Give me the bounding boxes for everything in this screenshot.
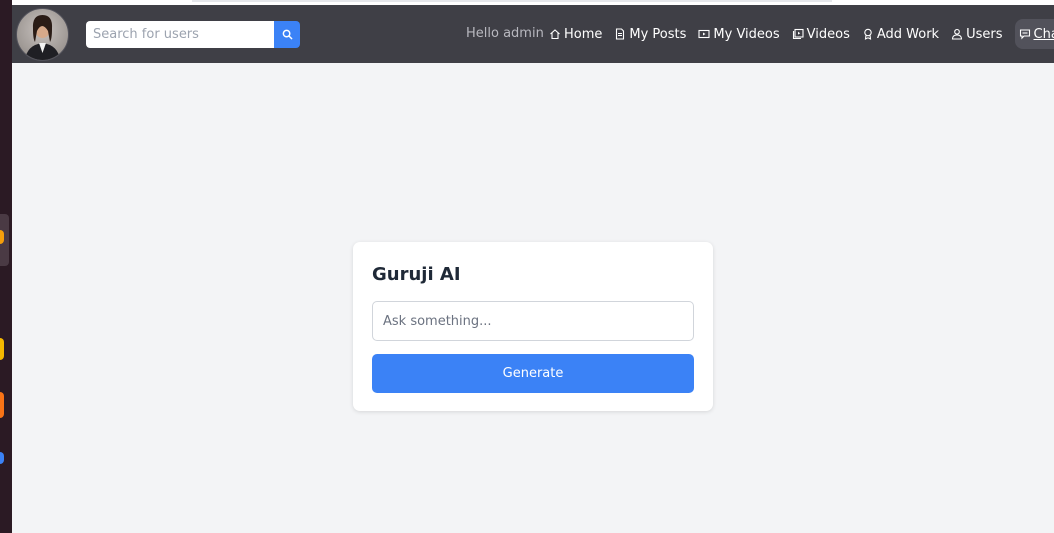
chat-bubble-icon <box>1019 29 1030 40</box>
ai-prompt-card: Guruji AI Generate <box>353 242 713 411</box>
generate-button[interactable]: Generate <box>372 354 694 393</box>
user-search <box>86 21 300 48</box>
nav-my-posts-label: My Posts <box>629 26 687 42</box>
users-icon <box>952 28 963 40</box>
nav-my-videos[interactable]: My Videos <box>698 19 780 49</box>
nav-my-posts[interactable]: My Posts <box>614 19 686 49</box>
video-library-icon <box>792 28 804 40</box>
nav-users-label: Users <box>966 26 1003 42</box>
generate-button-label: Generate <box>502 366 564 381</box>
badge-icon <box>864 28 872 40</box>
document-icon <box>616 28 625 40</box>
nav-videos[interactable]: Videos <box>792 19 850 49</box>
nav-add-work[interactable]: Add Work <box>862 19 939 49</box>
card-title: Guruji AI <box>372 264 461 285</box>
nav-home-label: Home <box>564 26 603 42</box>
home-icon <box>550 29 560 40</box>
user-avatar[interactable] <box>16 8 69 61</box>
greeting-text: Hello admin <box>466 26 544 41</box>
navbar: Hello admin Home My Posts My Videos Vide… <box>12 5 1054 63</box>
video-screen-icon <box>698 29 710 39</box>
dock-app-icon[interactable] <box>0 392 4 418</box>
dock-app-icon[interactable] <box>0 230 4 244</box>
nav-add-work-label: Add Work <box>876 26 940 42</box>
nav-home[interactable]: Home <box>549 19 602 49</box>
os-dock <box>0 0 12 533</box>
avatar-portrait-icon <box>25 15 60 60</box>
dock-app-icon[interactable] <box>0 452 4 464</box>
search-icon <box>282 29 292 40</box>
prompt-input[interactable] <box>372 301 694 341</box>
search-input[interactable] <box>86 21 274 48</box>
nav-links: Home My Posts My Videos Videos Add Work … <box>549 19 1054 49</box>
nav-users[interactable]: Users <box>951 19 1003 49</box>
nav-my-videos-label: My Videos <box>713 26 780 42</box>
dock-app-icon[interactable] <box>0 338 4 360</box>
nav-chat-label: Chat <box>1033 26 1054 42</box>
nav-chat[interactable]: Chat <box>1014 19 1054 49</box>
search-button[interactable] <box>274 21 300 48</box>
nav-videos-label: Videos <box>806 26 850 42</box>
